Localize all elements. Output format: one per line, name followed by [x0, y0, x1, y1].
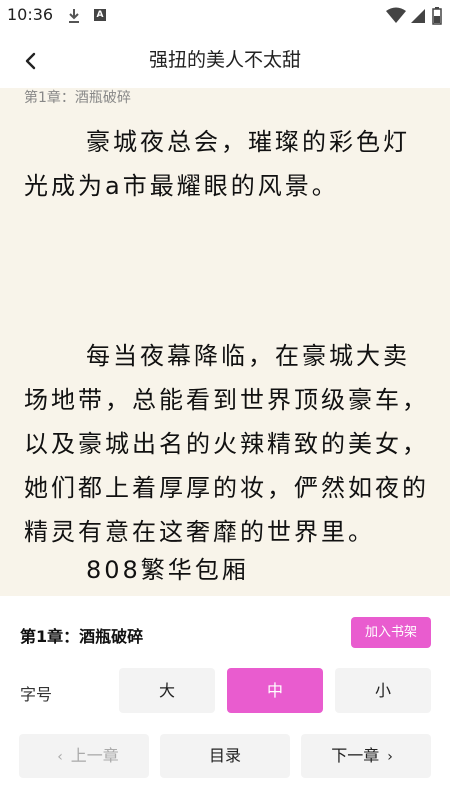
paragraph: 豪城夜总会，璀璨的彩色灯光成为a市最耀眼的风景。 — [24, 128, 410, 200]
battery-icon — [432, 7, 442, 25]
next-chapter-label: 下一章 — [331, 746, 380, 765]
paragraph: 每当夜幕降临，在豪城大卖场地带，总能看到世界顶级豪车，以及豪城出名的火辣精致的美… — [24, 342, 429, 546]
reader-header: 强扭的美人不太甜 — [0, 32, 450, 88]
back-arrow-icon[interactable] — [18, 48, 44, 74]
reading-area[interactable]: 第1章：酒瓶破碎 豪城夜总会，璀璨的彩色灯光成为a市最耀眼的风景。 每当夜幕降临… — [0, 88, 450, 596]
wifi-icon — [386, 7, 406, 23]
previous-chapter-button[interactable]: ‹ 上一章 — [19, 734, 149, 778]
status-bar: 10:36 A — [0, 0, 450, 32]
add-to-bookshelf-button[interactable]: 加入书架 — [351, 617, 431, 648]
font-size-large-button[interactable]: 大 — [119, 668, 215, 713]
chevron-left-icon: ‹ — [57, 749, 63, 765]
current-chapter-title: 第1章：酒瓶破碎 — [20, 627, 144, 646]
status-time: 10:36 — [7, 5, 54, 24]
signal-icon — [411, 9, 425, 23]
previous-chapter-label: 上一章 — [70, 746, 119, 765]
book-title: 强扭的美人不太甜 — [148, 49, 301, 71]
font-size-label: 字号 — [20, 685, 53, 704]
download-icon — [69, 9, 79, 23]
table-of-contents-label: 目录 — [208, 746, 241, 765]
font-size-medium-button[interactable]: 中 — [227, 668, 323, 713]
reader-settings-panel: 第1章：酒瓶破碎 加入书架 字号 大 中 小 ‹ 上一章 目录 下一章 › — [0, 596, 450, 800]
chevron-right-icon: › — [387, 749, 393, 765]
next-chapter-button[interactable]: 下一章 › — [301, 734, 431, 778]
app-notification-icon: A — [94, 9, 106, 21]
font-size-small-button[interactable]: 小 — [335, 668, 431, 713]
paragraph: 808繁华包厢 — [86, 556, 249, 584]
table-of-contents-button[interactable]: 目录 — [160, 734, 290, 778]
reader-chapter-label: 第1章：酒瓶破碎 — [24, 90, 131, 106]
